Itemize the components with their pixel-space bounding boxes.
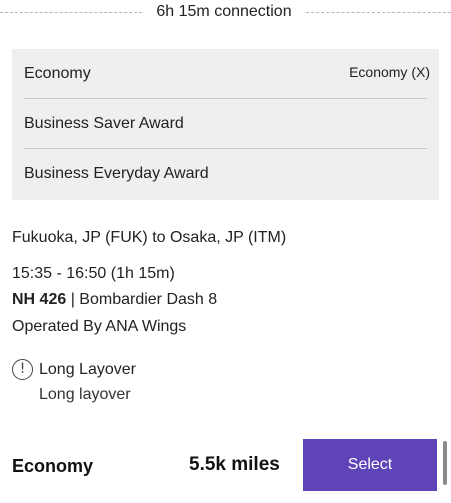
flight-details-page: 6h 15m connection Economy Economy (X) Bu… bbox=[0, 0, 451, 503]
connection-label: 6h 15m connection bbox=[156, 3, 292, 20]
fare-option-economy[interactable]: Economy Economy (X) bbox=[24, 49, 430, 99]
fare-option-business-saver[interactable]: Business Saver Award bbox=[24, 99, 427, 149]
fare-option-label: Business Saver Award bbox=[24, 115, 184, 132]
flight-number: NH 426 bbox=[12, 291, 67, 308]
dashed-line-left bbox=[0, 12, 142, 13]
scrollbar[interactable] bbox=[443, 441, 447, 485]
operated-by: Operated By ANA Wings bbox=[12, 318, 187, 335]
miles-price: 5.5k miles bbox=[189, 454, 280, 475]
fare-option-label: Economy bbox=[24, 65, 91, 82]
select-button[interactable]: Select bbox=[303, 439, 437, 491]
selected-cabin: Economy bbox=[12, 456, 94, 476]
alert-circle-icon: ! bbox=[12, 359, 33, 380]
flight-times: 15:35 - 16:50 (1h 15m) bbox=[12, 265, 175, 282]
flight-info: NH 426 | Bombardier Dash 8 bbox=[12, 291, 217, 309]
layover-title: Long Layover bbox=[39, 361, 136, 378]
fare-option-business-everyday[interactable]: Business Everyday Award bbox=[24, 149, 427, 199]
fare-class-badge: Economy (X) bbox=[349, 64, 430, 80]
connection-divider: 6h 15m connection bbox=[0, 0, 451, 28]
layover-description: Long layover bbox=[39, 386, 131, 403]
fare-option-label: Business Everyday Award bbox=[24, 165, 209, 182]
fare-options-panel: Economy Economy (X) Business Saver Award… bbox=[12, 49, 439, 200]
dashed-line-right bbox=[306, 12, 451, 13]
route-text: Fukuoka, JP (FUK) to Osaka, JP (ITM) bbox=[12, 229, 287, 246]
aircraft-type: | Bombardier Dash 8 bbox=[66, 291, 218, 308]
